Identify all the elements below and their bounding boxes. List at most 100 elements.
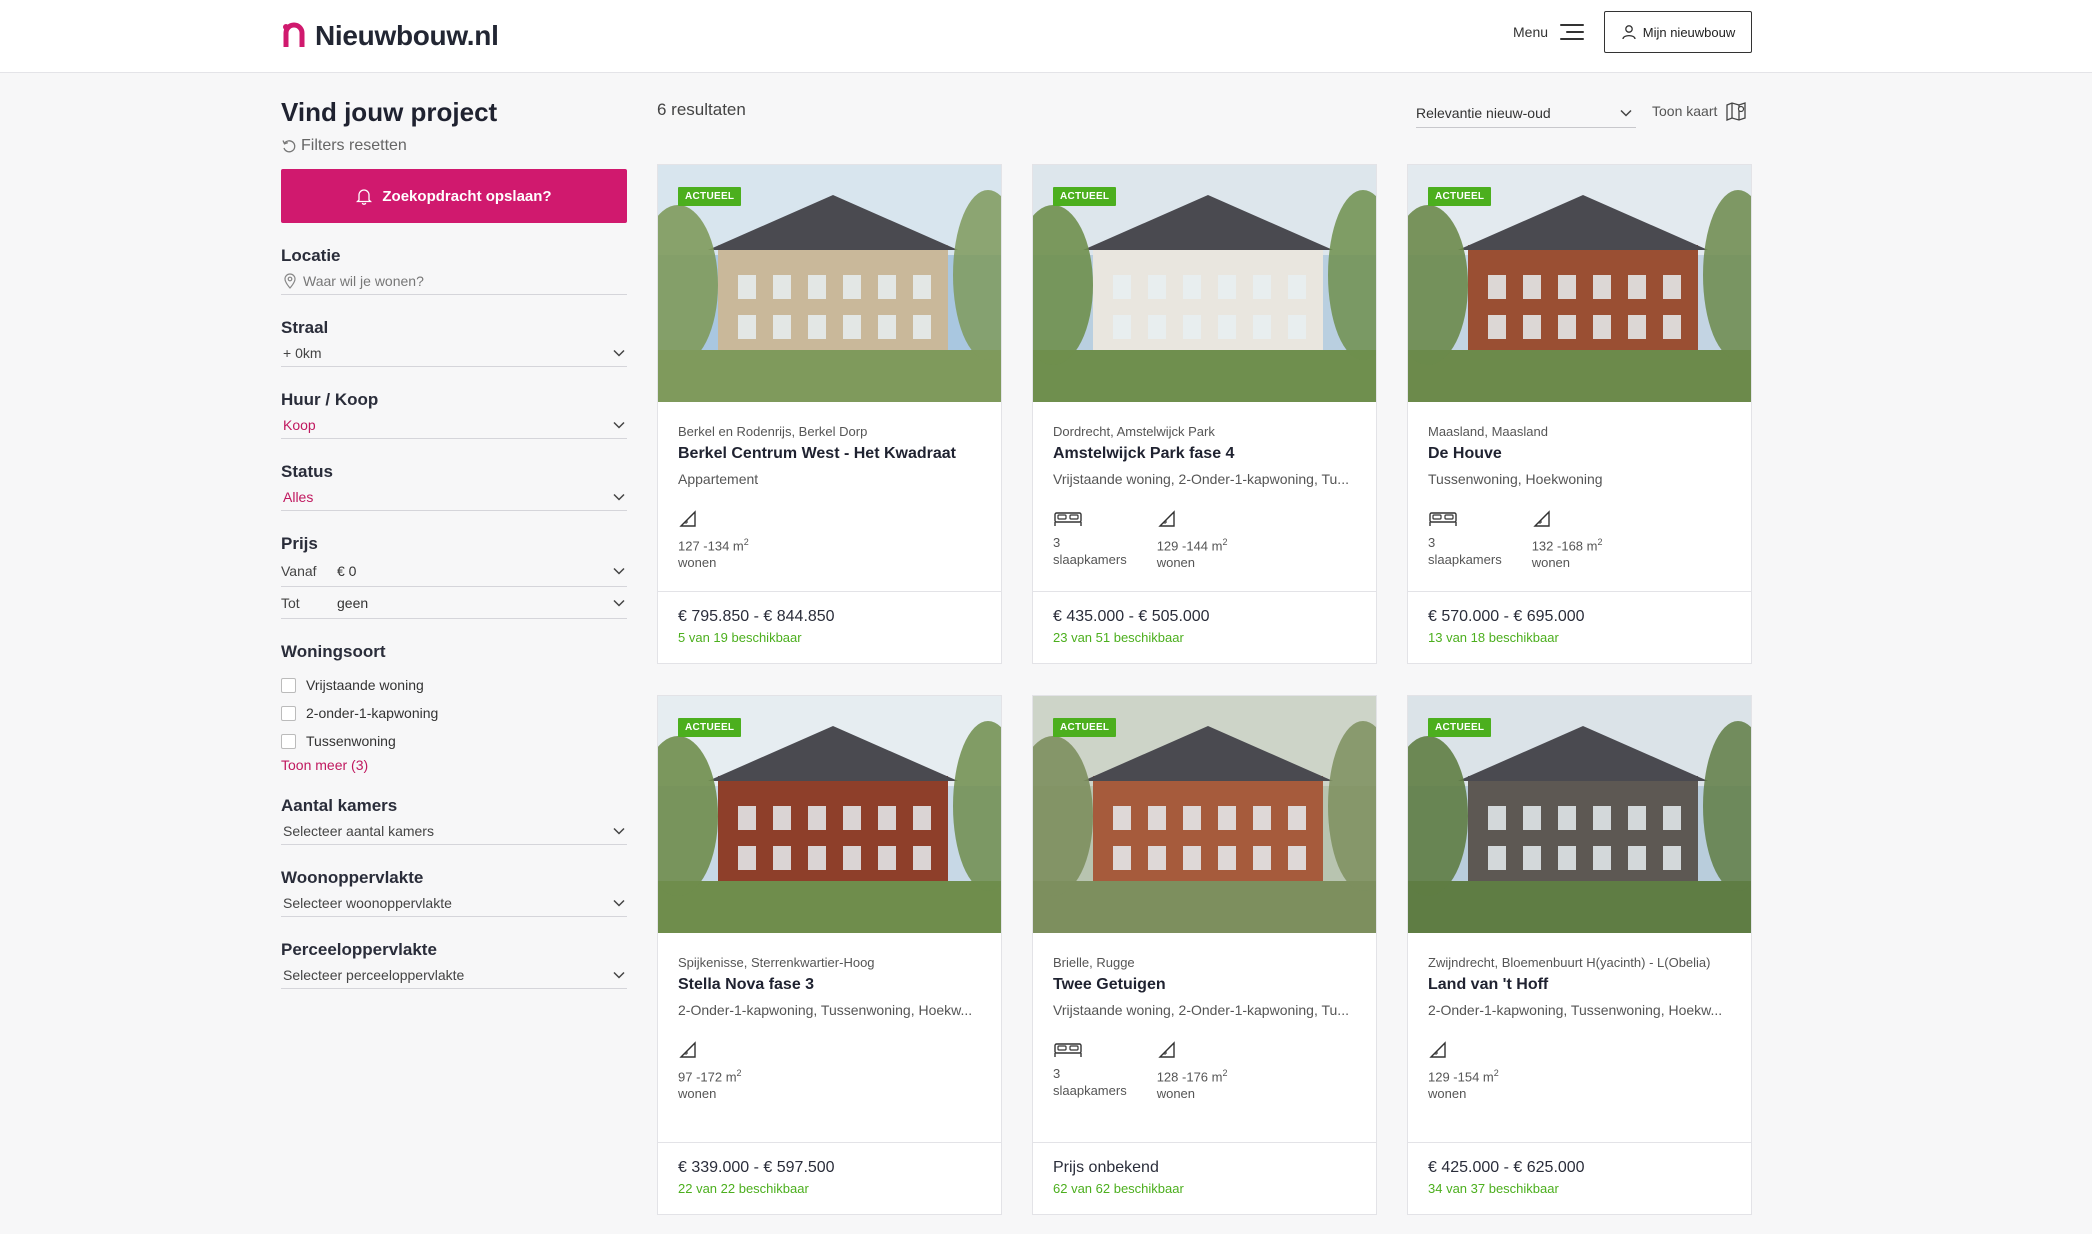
price-from-select[interactable]: Vanaf € 0	[281, 555, 627, 587]
location-input[interactable]: Waar wil je wonen?	[303, 273, 424, 289]
project-card[interactable]: ACTUEEL Maasland, Maasland De Houve Tuss…	[1407, 164, 1752, 664]
project-types: Vrijstaande woning, 2-Onder-1-kapwoning,…	[1053, 1002, 1349, 1018]
house-type-option[interactable]: Tussenwoning	[281, 727, 627, 755]
radius-value: + 0km	[283, 344, 322, 361]
house-type-option[interactable]: 2-onder-1-kapwoning	[281, 699, 627, 727]
area-value: 128 -176 m2	[1156, 1068, 1228, 1085]
reset-filters-link[interactable]: Filters resetten	[281, 135, 627, 157]
bell-icon	[356, 189, 373, 205]
project-name[interactable]: De Houve	[1428, 443, 1731, 465]
area-icon	[679, 510, 696, 527]
logo[interactable]: Nieuwbouw.nl	[281, 17, 499, 55]
bed-icon	[1054, 512, 1082, 526]
card-footer: € 795.850 - € 844.850 5 van 19 beschikba…	[658, 591, 1001, 663]
project-price: € 435.000 - € 505.000	[1053, 608, 1210, 625]
project-types: Vrijstaande woning, 2-Onder-1-kapwoning,…	[1053, 471, 1349, 487]
project-card[interactable]: ACTUEEL Zwijndrecht, Bloemenbuurt H(yaci…	[1407, 695, 1752, 1215]
reset-filters-label: Filters resetten	[301, 137, 407, 154]
house-type-option[interactable]: Vrijstaande woning	[281, 671, 627, 699]
project-image[interactable]: ACTUEEL	[1033, 696, 1376, 933]
show-map-button[interactable]: Toon kaart	[1652, 100, 1747, 122]
area-label: wonen	[678, 1086, 717, 1102]
checkbox[interactable]	[281, 677, 296, 693]
project-name[interactable]: Amstelwijck Park fase 4	[1053, 443, 1356, 465]
bedrooms-value: 3	[1053, 535, 1061, 550]
living-area-feature: 129 -144 m2 wonen	[1156, 509, 1227, 571]
checkbox[interactable]	[281, 733, 296, 749]
living-area-feature: 127 -134 m2 wonen	[678, 509, 749, 571]
project-card[interactable]: ACTUEEL Dordrecht, Amstelwijck Park Amst…	[1032, 164, 1377, 664]
area-icon	[1158, 510, 1175, 527]
results-count: 6 resultaten	[657, 100, 746, 119]
project-image[interactable]: ACTUEEL	[1033, 165, 1376, 402]
chevron-down-icon	[613, 567, 625, 575]
rooms-value: Selecteer aantal kamers	[283, 822, 434, 839]
project-types: 2-Onder-1-kapwoning, Tussenwoning, Hoekw…	[678, 1002, 973, 1018]
project-types: 2-Onder-1-kapwoning, Tussenwoning, Hoekw…	[1428, 1002, 1723, 1018]
project-card[interactable]: ACTUEEL Brielle, Rugge Twee Getuigen Vri…	[1032, 695, 1377, 1215]
card-body: Dordrecht, Amstelwijck Park Amstelwijck …	[1033, 402, 1376, 571]
living-area-select[interactable]: Selecteer woonoppervlakte	[281, 889, 627, 917]
project-types: Appartement	[678, 471, 759, 487]
area-label: wonen	[1428, 1086, 1467, 1102]
project-name[interactable]: Stella Nova fase 3	[678, 974, 981, 996]
chevron-down-icon	[613, 421, 625, 429]
bedrooms-label: slaapkamers	[1053, 552, 1127, 567]
project-card[interactable]: ACTUEEL Spijkenisse, Sterrenkwartier-Hoo…	[657, 695, 1002, 1215]
project-name[interactable]: Twee Getuigen	[1053, 974, 1356, 996]
area-label: wonen	[1531, 555, 1571, 571]
project-image[interactable]: ACTUEEL	[1408, 165, 1751, 402]
rooms-label: Aantal kamers	[281, 796, 398, 815]
area-value: 132 -168 m2	[1531, 537, 1603, 554]
area-label: wonen	[1156, 555, 1196, 571]
show-map-label: Toon kaart	[1652, 103, 1718, 119]
living-area-feature: 132 -168 m2 wonen	[1531, 509, 1603, 571]
show-more-link[interactable]: Toon meer (3)	[281, 755, 627, 775]
project-image[interactable]: ACTUEEL	[658, 165, 1001, 402]
status-value: Alles	[283, 488, 314, 505]
project-location: Berkel en Rodenrijs, Berkel Dorp	[678, 424, 868, 439]
project-price: € 339.000 - € 597.500	[678, 1159, 835, 1176]
project-location: Maasland, Maasland	[1428, 424, 1548, 439]
price-to-select[interactable]: Tot geen	[281, 587, 627, 619]
project-name[interactable]: Berkel Centrum West - Het Kwadraat	[678, 443, 981, 465]
status-badge: ACTUEEL	[1428, 718, 1492, 737]
bedrooms-feature: 3 slaapkamers	[1053, 509, 1127, 571]
rooms-select[interactable]: Selecteer aantal kamers	[281, 817, 627, 845]
plot-area-select[interactable]: Selecteer perceeloppervlakte	[281, 961, 627, 989]
project-image[interactable]: ACTUEEL	[658, 696, 1001, 933]
rent-buy-select[interactable]: Koop	[281, 411, 627, 439]
price-to-label: Tot	[281, 594, 300, 611]
status-badge: ACTUEEL	[1053, 187, 1117, 206]
location-label: Locatie	[281, 246, 341, 265]
status-select[interactable]: Alles	[281, 483, 627, 511]
area-value: 127 -134 m2	[678, 537, 749, 554]
living-area-feature: 128 -176 m2 wonen	[1156, 1040, 1228, 1102]
project-card[interactable]: ACTUEEL Berkel en Rodenrijs, Berkel Dorp…	[657, 164, 1002, 664]
living-area-feature: 129 -154 m2 wonen	[1428, 1040, 1499, 1102]
bedrooms-value: 3	[1428, 535, 1436, 550]
plot-area-value: Selecteer perceeloppervlakte	[283, 966, 465, 983]
rent-buy-value: Koop	[283, 416, 316, 433]
project-price: € 425.000 - € 625.000	[1428, 1159, 1585, 1176]
sort-select[interactable]: Relevantie nieuw-oud	[1416, 98, 1636, 128]
card-footer: Prijs onbekend 62 van 62 beschikbaar	[1033, 1142, 1376, 1214]
status-badge: ACTUEEL	[1428, 187, 1492, 206]
checkbox[interactable]	[281, 705, 296, 721]
project-name[interactable]: Land van 't Hoff	[1428, 974, 1731, 996]
save-search-button[interactable]: Zoekopdracht opslaan?	[281, 169, 627, 223]
project-features: 3 slaapkamers 132 -168 m2 wonen	[1428, 509, 1731, 571]
radius-select[interactable]: + 0km	[281, 339, 627, 367]
chevron-down-icon	[613, 349, 625, 357]
price-from-label: Vanaf	[281, 562, 317, 579]
project-availability: 62 van 62 beschikbaar	[1053, 1181, 1184, 1196]
account-button[interactable]: Mijn nieuwbouw	[1604, 11, 1752, 53]
location-field[interactable]: Waar wil je wonen?	[281, 267, 627, 295]
area-value: 97 -172 m2	[678, 1068, 742, 1085]
user-icon	[1622, 25, 1636, 40]
project-image[interactable]: ACTUEEL	[1408, 696, 1751, 933]
menu-button[interactable]: Menu	[1513, 18, 1585, 46]
project-features: 127 -134 m2 wonen	[678, 509, 981, 571]
project-location: Spijkenisse, Sterrenkwartier-Hoog	[678, 955, 875, 970]
house-type-option-label: Tussenwoning	[306, 733, 396, 749]
